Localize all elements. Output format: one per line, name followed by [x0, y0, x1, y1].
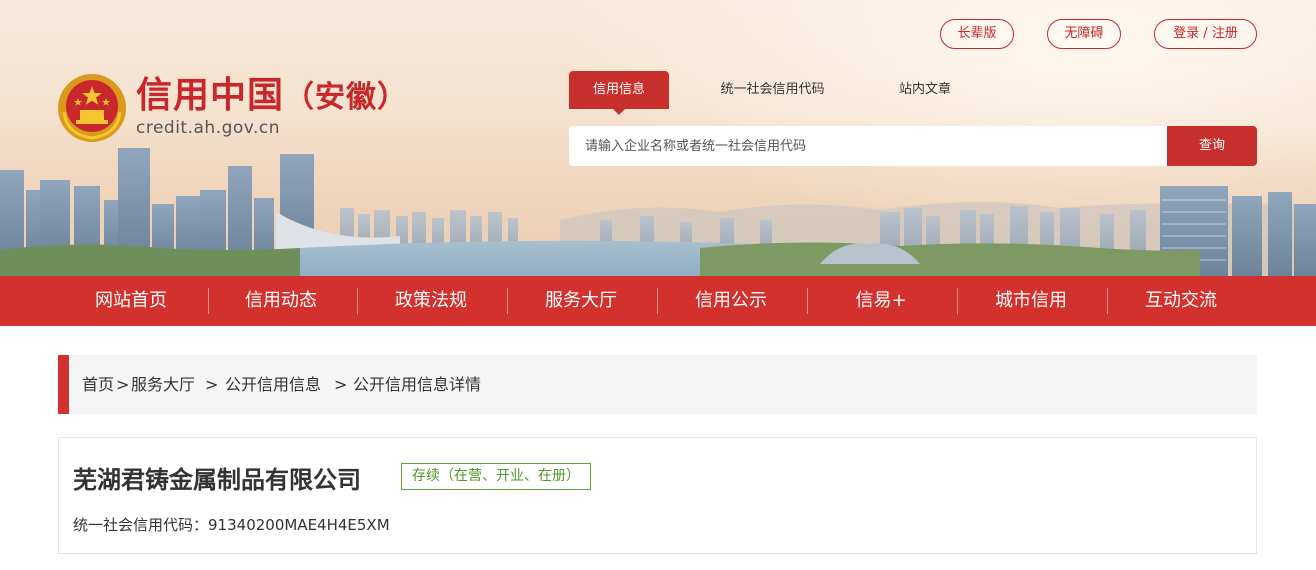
nav-item-interaction[interactable]: 互动交流 — [1106, 276, 1256, 326]
credit-code-value: 91340200MAE4H4E5XM — [208, 516, 390, 534]
breadcrumb-service-hall[interactable]: 服务大厅 — [131, 355, 195, 414]
nav-item-credit-publicity[interactable]: 信用公示 — [656, 276, 806, 326]
login-register-button[interactable]: 登录 / 注册 — [1154, 19, 1257, 49]
credit-code-row: 统一社会信用代码：91340200MAE4H4E5XM — [73, 514, 390, 535]
site-title-region: （安徽） — [284, 80, 409, 115]
site-title[interactable]: 信用中国（安徽） — [136, 74, 408, 120]
company-card: 芜湖君铸金属制品有限公司 存续（在营、开业、在册） 统一社会信用代码：91340… — [58, 437, 1257, 554]
nav-item-xinyi-plus[interactable]: 信易+ — [806, 276, 956, 326]
site-title-main: 信用中国 — [136, 75, 285, 116]
breadcrumb-separator: > — [334, 375, 348, 394]
main-nav: 网站首页 信用动态 政策法规 服务大厅 信用公示 信易+ 城市信用 互动交流 — [0, 276, 1316, 326]
credit-code-label: 统一社会信用代码： — [73, 516, 209, 534]
nav-item-service-hall[interactable]: 服务大厅 — [506, 276, 656, 326]
elder-mode-button[interactable]: 长辈版 — [940, 19, 1014, 49]
nav-item-city-credit[interactable]: 城市信用 — [956, 276, 1106, 326]
search-tab-credit-info[interactable]: 信用信息 — [569, 71, 669, 115]
status-badge: 存续（在营、开业、在册） — [401, 463, 591, 490]
nav-item-home[interactable]: 网站首页 — [56, 276, 206, 326]
site-domain: credit.ah.gov.cn — [136, 118, 281, 138]
search-input[interactable] — [569, 126, 1167, 166]
search-tab-credit-code[interactable]: 统一社会信用代码 — [700, 71, 845, 109]
breadcrumb-current: 公开信用信息详情 — [353, 375, 482, 394]
breadcrumb-public-credit-info[interactable]: 公开信用信息 — [225, 355, 321, 414]
nav-item-policies[interactable]: 政策法规 — [356, 276, 506, 326]
breadcrumb-separator: > — [205, 375, 219, 394]
search-tab-site-articles[interactable]: 站内文章 — [880, 71, 970, 109]
nav-item-credit-news[interactable]: 信用动态 — [206, 276, 356, 326]
breadcrumb-separator: > — [116, 375, 130, 394]
breadcrumb: 首页 > 服务大厅 > 公开信用信息 > 公开信用信息详情 — [58, 355, 1257, 414]
accessibility-button[interactable]: 无障碍 — [1047, 19, 1121, 49]
company-name: 芜湖君铸金属制品有限公司 — [73, 466, 361, 494]
national-emblem-icon — [58, 74, 126, 142]
breadcrumb-home[interactable]: 首页 — [82, 355, 114, 414]
search-button[interactable]: 查询 — [1167, 126, 1257, 166]
header-banner: 信用中国（安徽） credit.ah.gov.cn 长辈版 无障碍 登录 / 注… — [0, 0, 1316, 276]
